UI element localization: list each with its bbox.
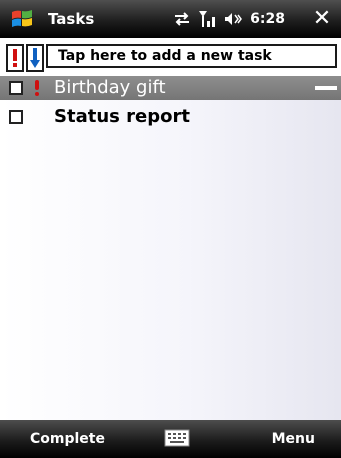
task-list: Birthday gift Status report [0, 76, 341, 420]
priority-low-button[interactable] [26, 44, 44, 72]
task-label: Status report [54, 106, 190, 127]
task-row-birthday-gift[interactable]: Birthday gift [0, 76, 341, 100]
new-task-row: Tap here to add a new task [0, 38, 341, 76]
sync-arrows-icon[interactable] [172, 11, 192, 27]
status-tray: 6:28 [172, 9, 285, 29]
signal-strength-icon[interactable] [198, 10, 218, 28]
task-row-status-report[interactable]: Status report [0, 105, 341, 129]
title-bar: Tasks 6:28 ✕ [0, 0, 341, 38]
clock[interactable]: 6:28 [250, 10, 285, 28]
app-title: Tasks [48, 10, 95, 28]
speaker-icon[interactable] [224, 11, 243, 27]
tasks-screen: Tasks 6:28 ✕ Tap here to add a new task … [0, 0, 341, 458]
softkey-bar: Complete Menu [0, 420, 341, 458]
down-arrow-icon [30, 48, 40, 68]
task-label: Birthday gift [54, 77, 166, 98]
drag-handle-icon[interactable] [315, 86, 337, 90]
windows-flag-icon[interactable] [10, 8, 34, 30]
task-checkbox[interactable] [9, 81, 23, 95]
close-icon[interactable]: ✕ [307, 6, 337, 32]
keyboard-icon[interactable] [164, 429, 190, 447]
task-checkbox[interactable] [9, 110, 23, 124]
complete-softkey[interactable]: Complete [30, 430, 105, 448]
high-priority-icon [35, 80, 39, 96]
priority-high-button[interactable] [6, 44, 24, 72]
menu-softkey[interactable]: Menu [272, 430, 315, 448]
exclamation-icon [13, 49, 17, 67]
new-task-input[interactable]: Tap here to add a new task [46, 44, 337, 68]
